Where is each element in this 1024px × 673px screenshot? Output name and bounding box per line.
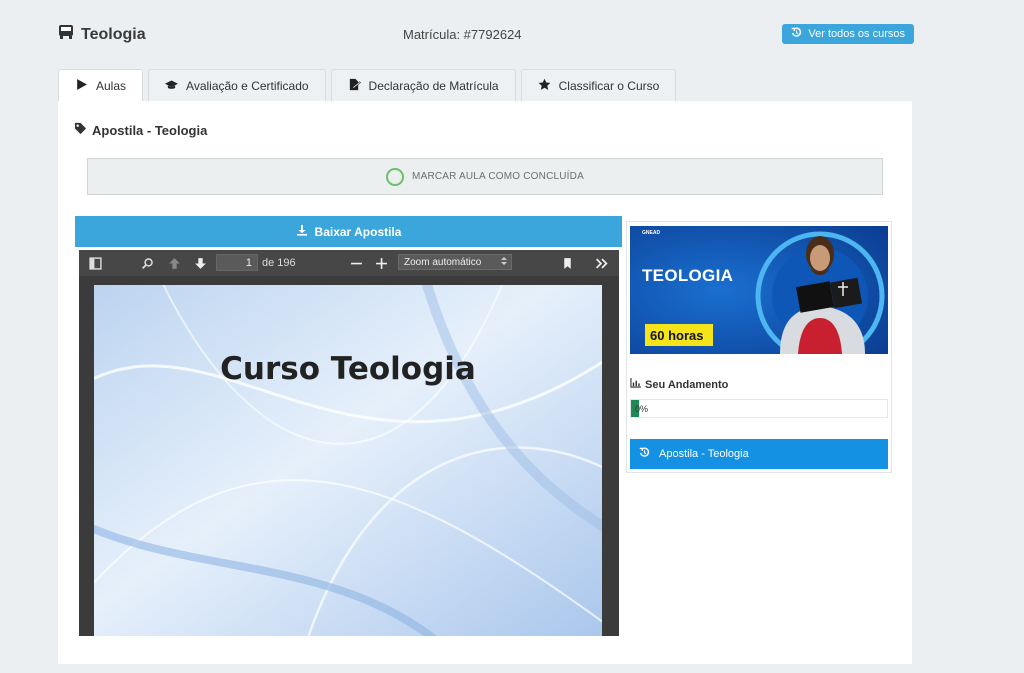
progress-title: Seu Andamento (630, 378, 728, 391)
zoom-out-icon[interactable] (348, 255, 364, 271)
lesson-item-label: Apostila - Teologia (659, 448, 749, 460)
enrollment-number: Matrícula: #7792624 (403, 27, 522, 42)
course-banner: GNEAD TEOLOGIA 60 horas (630, 226, 888, 354)
page-number-input[interactable] (216, 254, 258, 271)
select-arrows-icon (501, 256, 507, 269)
next-page-icon[interactable] (192, 255, 208, 271)
tab-evaluation-certificate[interactable]: Avaliação e Certificado (148, 69, 326, 101)
course-title-text: Teologia (81, 25, 146, 43)
zoom-select[interactable]: Zoom automático (398, 254, 512, 270)
banner-title: TEOLOGIA (642, 266, 734, 285)
pdf-toolbar: de 196 Zoom automático (79, 250, 619, 276)
mark-lesson-complete-button[interactable]: MARCAR AULA COMO CONCLUÍDA (87, 158, 883, 195)
tag-icon (74, 122, 87, 138)
lesson-title-text: Apostila - Teologia (92, 122, 208, 138)
banner-hours: 60 horas (650, 328, 704, 343)
zoom-value: Zoom automático (404, 256, 482, 268)
pdf-page: Curso Teologia (94, 285, 602, 636)
history-icon (639, 447, 650, 461)
tab-aulas[interactable]: Aulas (58, 69, 144, 102)
pdf-page-heading: Curso Teologia (220, 351, 476, 387)
lesson-panel: Apostila - Teologia MARCAR AULA COMO CON… (58, 101, 912, 664)
banner-brand: GNEAD (642, 230, 661, 236)
tab-label: Classificar o Curso (558, 78, 660, 93)
school-bus-icon (58, 24, 74, 45)
bookmark-icon[interactable] (559, 255, 575, 271)
course-title: Teologia (58, 24, 146, 45)
zoom-in-icon[interactable] (373, 255, 389, 271)
all-courses-label: Ver todos os cursos (808, 28, 905, 40)
lesson-title: Apostila - Teologia (74, 122, 207, 138)
tab-rate-course[interactable]: Classificar o Curso (520, 69, 677, 101)
course-tabs: Aulas Avaliação e Certificado Declaração… (58, 69, 681, 102)
progress-bar: 0% (630, 399, 888, 418)
search-icon[interactable] (139, 255, 155, 271)
previous-page-icon[interactable] (166, 255, 182, 271)
course-sidebar: GNEAD TEOLOGIA 60 horas Seu Andamento 0%… (626, 221, 892, 473)
tab-label: Declaração de Matrícula (368, 78, 499, 93)
double-chevron-right-icon[interactable] (593, 255, 609, 271)
history-icon (791, 27, 802, 41)
all-courses-button[interactable]: Ver todos os cursos (782, 24, 914, 44)
sidebar-toggle-icon[interactable] (87, 255, 103, 271)
tab-label: Avaliação e Certificado (186, 78, 309, 93)
pdf-viewer: de 196 Zoom automático (79, 250, 619, 636)
progress-label: 0% (635, 404, 649, 414)
download-label: Baixar Apostila (314, 224, 402, 239)
star-icon (538, 78, 551, 94)
circle-icon (386, 167, 405, 186)
progress-title-text: Seu Andamento (645, 378, 729, 391)
course-header: Teologia Matrícula: #7792624 Ver todos o… (58, 22, 914, 48)
abstract-background (94, 285, 602, 636)
bar-chart-icon (630, 378, 641, 391)
download-handout-button[interactable]: Baixar Apostila (75, 216, 622, 247)
mark-done-label: MARCAR AULA COMO CONCLUÍDA (412, 171, 584, 182)
tab-label: Aulas (96, 79, 127, 93)
tab-enrollment-declaration[interactable]: Declaração de Matrícula (330, 69, 516, 101)
play-icon (75, 78, 88, 94)
graduation-cap-icon (165, 78, 179, 94)
page-total: de 196 (262, 257, 296, 269)
file-signature-icon (348, 78, 361, 94)
lesson-list-item[interactable]: Apostila - Teologia (630, 439, 888, 469)
download-icon (296, 224, 308, 239)
